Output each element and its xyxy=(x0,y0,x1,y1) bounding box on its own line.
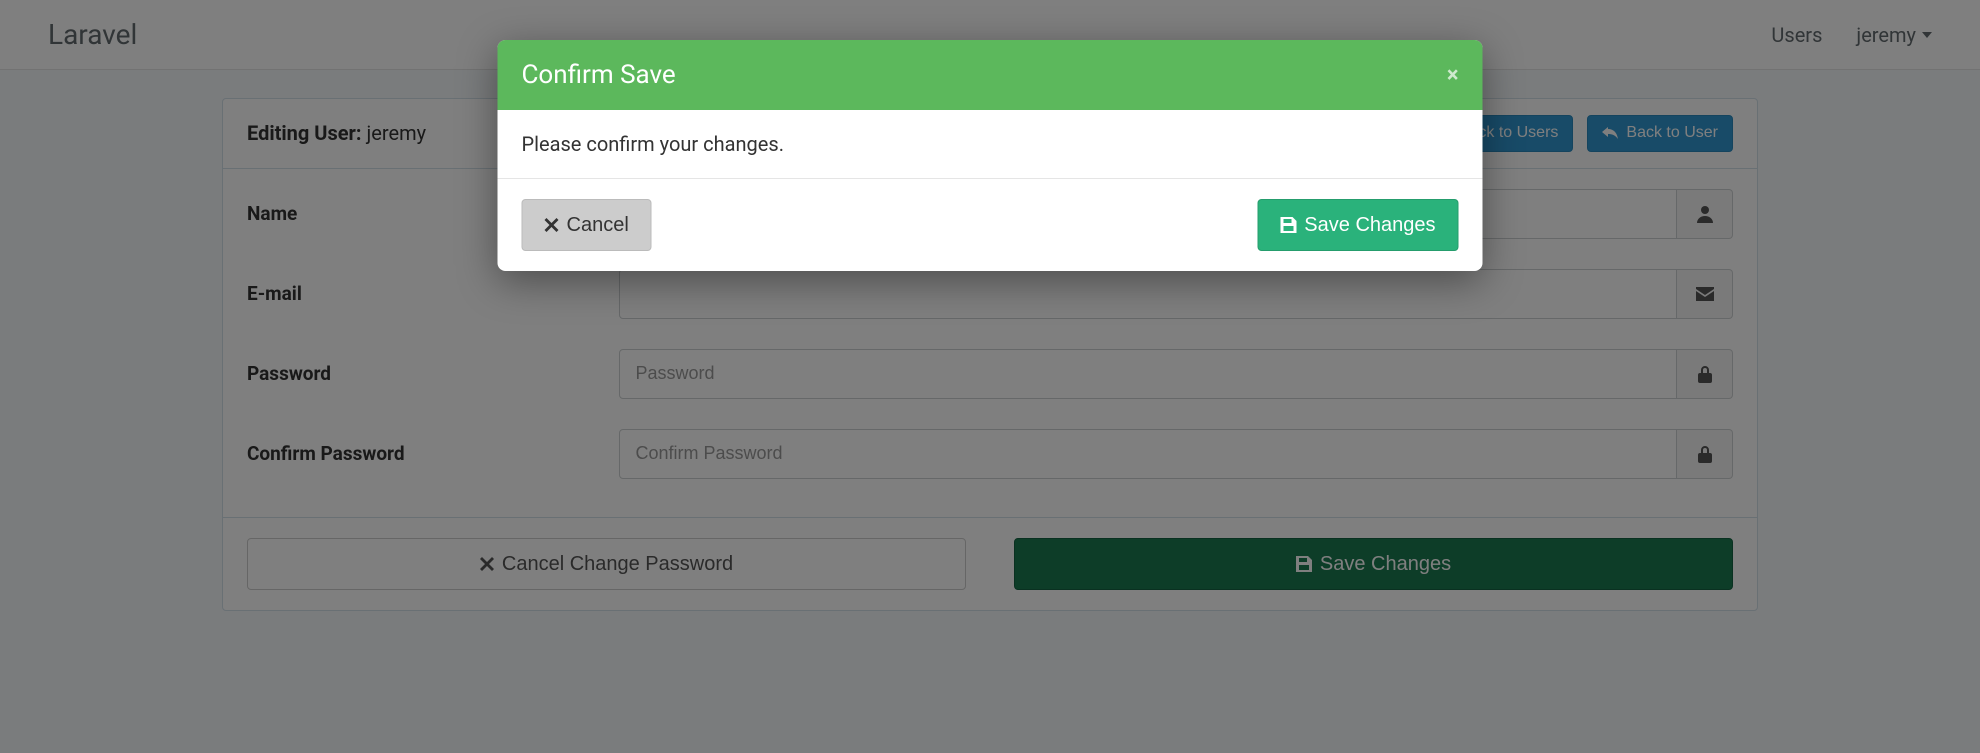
modal-save-label: Save Changes xyxy=(1304,212,1435,238)
modal-save-button[interactable]: Save Changes xyxy=(1257,199,1458,251)
save-icon xyxy=(1280,217,1296,233)
modal-header: Confirm Save × xyxy=(498,40,1483,110)
modal-close-button[interactable]: × xyxy=(1447,63,1459,88)
modal-body: Please confirm your changes. xyxy=(498,110,1483,179)
times-icon xyxy=(545,218,559,232)
modal-footer: Cancel Save Changes xyxy=(498,179,1483,271)
confirm-save-modal: Confirm Save × Please confirm your chang… xyxy=(498,40,1483,271)
modal-title: Confirm Save xyxy=(522,60,676,90)
modal-cancel-button[interactable]: Cancel xyxy=(522,199,652,251)
modal-cancel-label: Cancel xyxy=(567,212,629,238)
